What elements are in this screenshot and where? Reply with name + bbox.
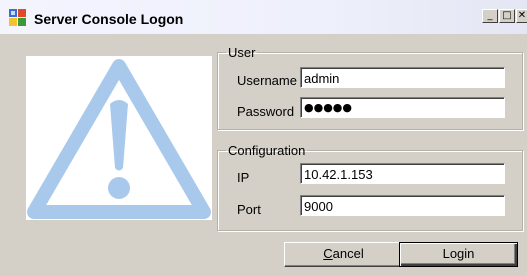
port-field[interactable] <box>300 195 505 216</box>
minimize-icon: _ <box>487 10 493 21</box>
maximize-icon: □ <box>502 10 512 21</box>
login-label: Login <box>442 246 475 261</box>
close-button[interactable]: ✕ <box>516 9 527 23</box>
user-group-legend: User <box>228 45 256 60</box>
port-label: Port <box>237 202 261 217</box>
app-icon <box>9 9 27 27</box>
cancel-accelerator: C <box>323 246 333 261</box>
login-button[interactable]: Login <box>399 242 518 267</box>
password-label: Password <box>237 104 295 119</box>
configuration-group: Configuration <box>217 143 523 231</box>
logon-window: Server Console Logon _ □ ✕ User Username… <box>0 0 527 276</box>
close-icon: ✕ <box>517 10 527 21</box>
ip-label: IP <box>237 170 250 185</box>
username-field[interactable] <box>300 67 505 88</box>
warning-image <box>26 56 212 220</box>
minimize-button[interactable]: _ <box>482 9 498 23</box>
warning-triangle-icon <box>27 59 211 219</box>
ip-field[interactable] <box>300 163 505 184</box>
password-field[interactable]: ●●●●● <box>300 97 505 118</box>
maximize-button[interactable]: □ <box>499 9 515 23</box>
window-title: Server Console Logon <box>34 11 184 27</box>
configuration-group-legend: Configuration <box>228 143 306 158</box>
username-label: Username <box>237 73 297 88</box>
cancel-label: ancel <box>332 246 364 261</box>
cancel-button[interactable]: Cancel <box>284 242 403 267</box>
title-bar[interactable]: Server Console Logon _ □ ✕ <box>0 0 527 34</box>
